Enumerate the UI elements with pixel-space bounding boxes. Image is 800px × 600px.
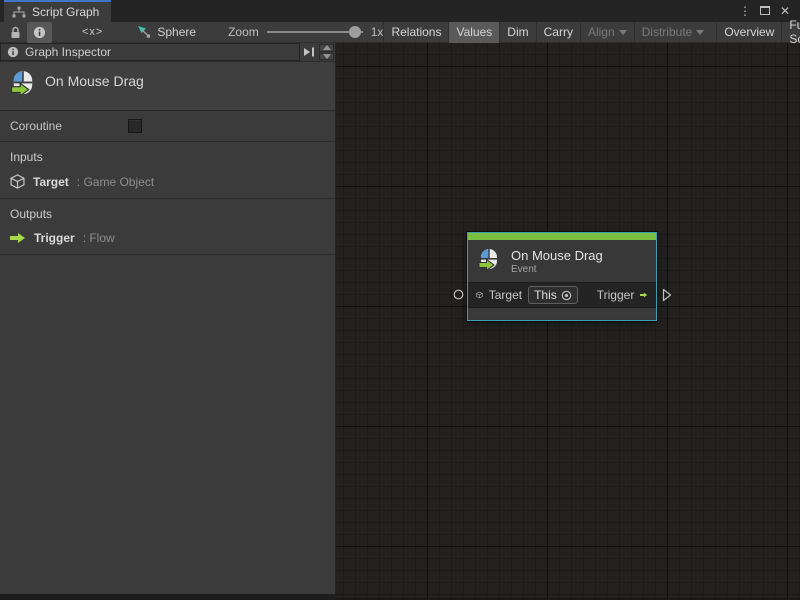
tab-label: Script Graph [32,5,99,19]
zoom-value: 1x [371,25,384,39]
target-this-chip[interactable]: This [528,286,578,304]
cube-icon [476,288,483,302]
tab-script-graph[interactable]: Script Graph [4,0,111,22]
inspector-toggle-button[interactable] [27,22,52,43]
full-screen-button[interactable]: Full Screen [781,22,800,43]
lock-button[interactable] [4,22,27,43]
flow-arrow-icon [640,289,648,301]
scroll-up-button[interactable] [319,44,334,52]
graph-context-label: Sphere [157,25,196,39]
edit-script-button[interactable]: <x> [76,22,109,43]
inspector-unit-header: On Mouse Drag [0,61,335,111]
graph-inspector-panel: Graph Inspector [0,43,336,594]
chevron-down-icon [619,30,627,35]
code-icon: <x> [82,26,103,38]
dim-button[interactable]: Dim [499,22,535,43]
align-dropdown[interactable]: Align [580,22,634,43]
outputs-section: Outputs Trigger : Flow [0,199,335,255]
cube-icon [10,174,25,189]
target-picker-icon [561,290,572,301]
node-title: On Mouse Drag [511,248,603,263]
zoom-control: Zoom 1x [228,25,383,39]
node-output-port[interactable] [662,288,672,302]
coroutine-row: Coroutine [0,111,335,142]
values-button[interactable]: Values [448,22,499,43]
node-subtitle: Event [511,264,603,275]
output-row-trigger: Trigger : Flow [10,231,325,245]
dock-icon [303,47,315,57]
inspector-header: Graph Inspector [0,43,335,61]
mouse-drag-icon [10,70,36,100]
node-input-port[interactable] [453,289,464,300]
script-graph-window: Script Graph ⋮ ✕ <x> [0,0,800,600]
graph-toolbar: <x> Sphere Zoom 1x Relations Values [0,22,800,43]
input-name: Target [33,175,69,189]
outputs-heading: Outputs [10,207,325,221]
zoom-slider[interactable] [267,26,363,38]
toolbar-right-buttons: Relations Values Dim Carry Align Distrib… [383,22,800,43]
node-footer [468,307,656,319]
inputs-heading: Inputs [10,150,325,164]
inspector-scrollbar [318,43,335,61]
output-name: Trigger [34,231,75,245]
script-graph-icon [12,6,26,18]
input-type: : Game Object [77,175,154,189]
node-input-label: Target [489,288,522,302]
inspector-bottom-edge [0,594,336,600]
menu-icon[interactable]: ⋮ [738,4,752,18]
triangle-up-icon [323,45,331,50]
overview-button[interactable]: Overview [716,22,781,43]
zoom-label: Zoom [228,25,259,39]
main-area: On Mouse Drag Event Target This [0,43,800,600]
inspector-unit-title: On Mouse Drag [45,70,144,89]
inspector-empty-area [0,255,335,594]
graph-owner-icon [137,25,151,39]
inputs-section: Inputs Target : Game Object [0,142,335,199]
node-header[interactable]: On Mouse Drag Event [468,240,656,282]
dock-sidebar-button[interactable] [300,43,318,61]
distribute-dropdown[interactable]: Distribute [634,22,712,43]
carry-button[interactable]: Carry [536,22,580,43]
node-titles: On Mouse Drag Event [511,248,603,275]
chevron-down-icon [696,30,704,35]
info-icon [33,26,46,39]
triangle-down-icon [323,54,331,59]
coroutine-checkbox[interactable] [128,119,142,133]
mouse-drag-icon [478,248,500,274]
zoom-slider-handle[interactable] [349,26,361,38]
node-output-label: Trigger [597,288,635,302]
maximize-icon[interactable] [758,4,772,18]
lock-icon [10,26,21,39]
inspector-header-box: Graph Inspector [0,43,300,61]
node-ports-row: Target This Trigger [468,282,656,307]
close-icon[interactable]: ✕ [778,4,792,18]
coroutine-label: Coroutine [10,119,128,133]
info-icon [7,46,19,58]
tab-bar: Script Graph ⋮ ✕ [0,0,800,22]
node-on-mouse-drag[interactable]: On Mouse Drag Event Target This [467,232,657,321]
scroll-down-button[interactable] [319,53,334,61]
relations-button[interactable]: Relations [383,22,448,43]
flow-arrow-icon [10,232,26,244]
node-event-colorbar [468,233,656,240]
input-row-target: Target : Game Object [10,174,325,189]
graph-context-breadcrumb[interactable]: Sphere [131,25,202,39]
output-type: : Flow [83,231,115,245]
inspector-title: Graph Inspector [25,45,111,59]
